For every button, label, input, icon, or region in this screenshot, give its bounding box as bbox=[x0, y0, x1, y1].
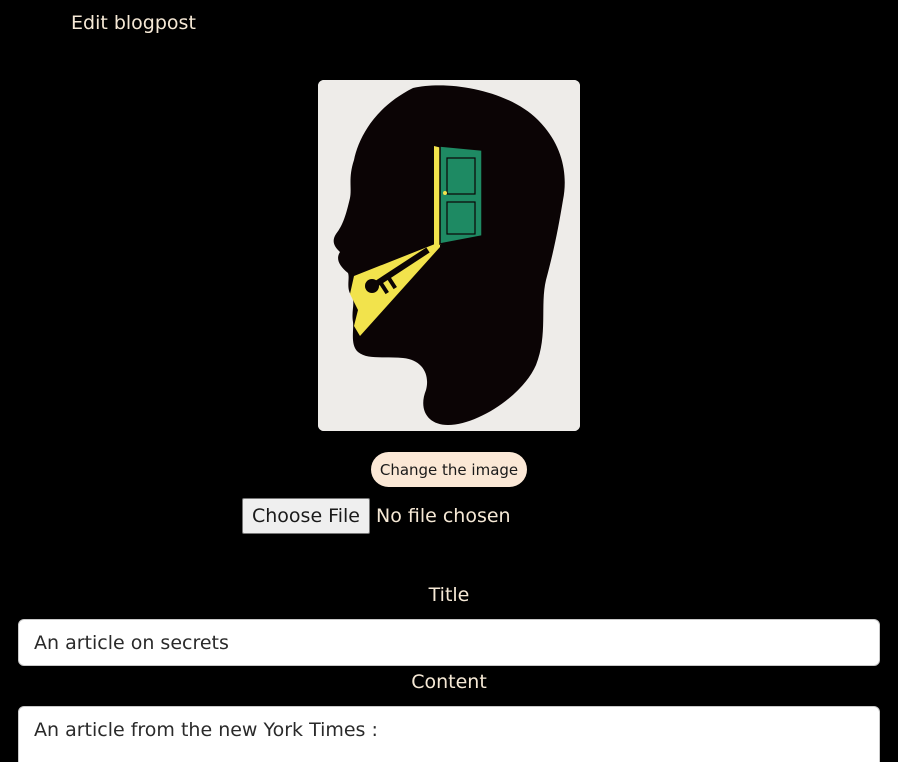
title-label: Title bbox=[428, 584, 470, 606]
title-input[interactable]: An article on secrets bbox=[18, 619, 880, 666]
content-label: Content bbox=[411, 671, 487, 693]
file-input[interactable]: Choose File No file chosen bbox=[242, 498, 511, 534]
change-image-button[interactable]: Change the image bbox=[371, 452, 527, 487]
head-silhouette-door-key-illustration bbox=[318, 80, 580, 431]
content-textarea[interactable]: An article from the new York Times : bbox=[18, 706, 880, 762]
file-status-text: No file chosen bbox=[375, 505, 511, 527]
blogpost-image bbox=[318, 80, 580, 431]
choose-file-button[interactable]: Choose File bbox=[242, 498, 370, 534]
door-icon bbox=[439, 145, 483, 245]
edit-blogpost-page: Edit blogpost Change the image Choose Fi… bbox=[0, 0, 898, 762]
page-title: Edit blogpost bbox=[71, 12, 196, 34]
